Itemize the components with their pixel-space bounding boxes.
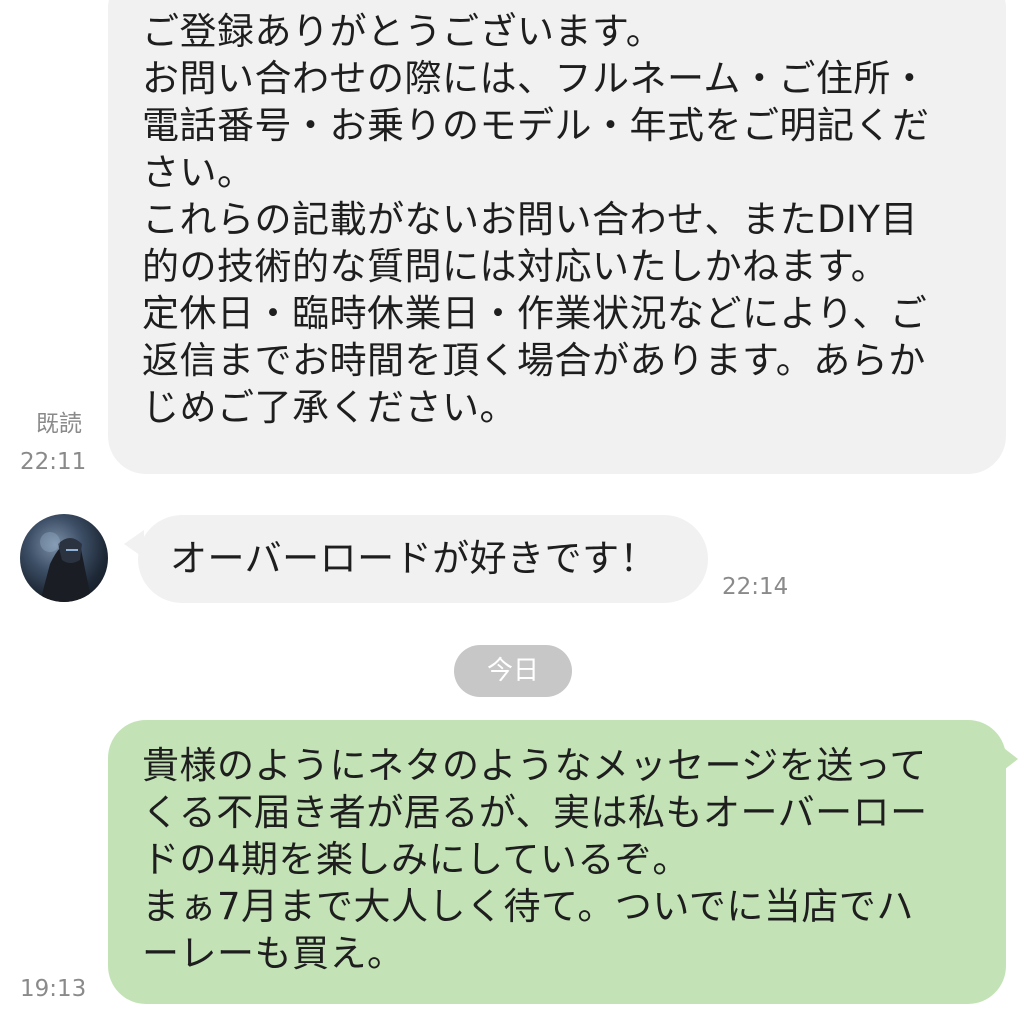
date-separator: 今日 — [454, 645, 572, 697]
message-bubble-shop-reply[interactable]: 貴様のようにネタのようなメッセージを送って くる不届き者が居るが、実は私もオーバ… — [108, 720, 1006, 1004]
message-timestamp: 22:14 — [722, 574, 789, 600]
read-receipt-label: 既読 — [36, 411, 82, 437]
message-bubble-shop-greeting[interactable]: ご登録ありがとうございます。 お問い合わせの際には、フルネーム・ご住所・ 電話番… — [108, 0, 1006, 474]
message-timestamp: 22:11 — [20, 449, 87, 475]
bubble-tail — [1000, 745, 1018, 773]
message-timestamp: 19:13 — [20, 976, 87, 1002]
message-bubble-user[interactable]: オーバーロードが好きです！ — [138, 515, 708, 603]
user-avatar[interactable] — [20, 514, 108, 602]
avatar-image-icon — [40, 532, 92, 602]
